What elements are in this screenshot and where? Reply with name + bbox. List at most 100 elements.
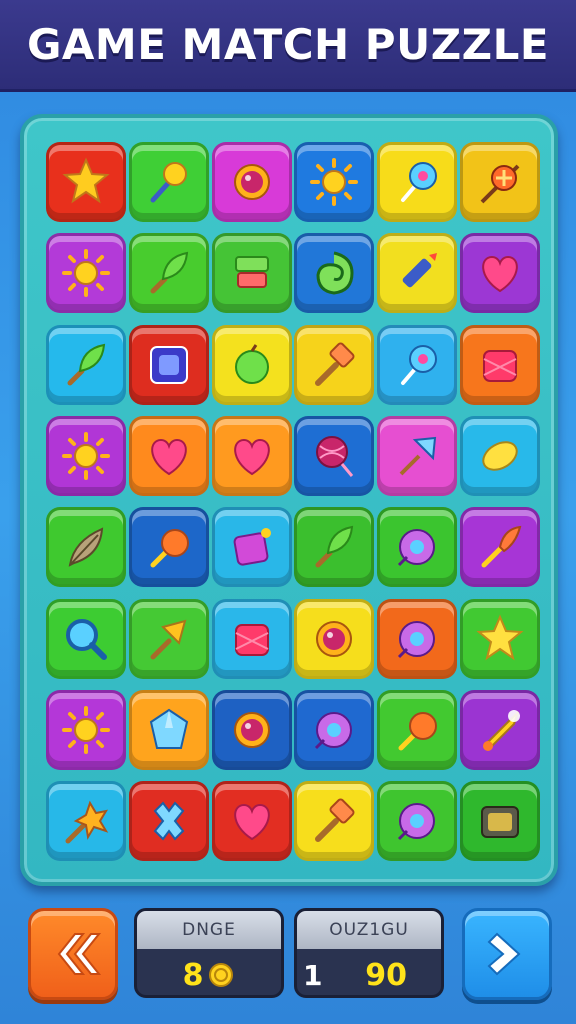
tile-r5-c6[interactable] [460, 507, 540, 588]
tile-r3-c1[interactable] [46, 324, 126, 405]
tile-r8-c5[interactable] [377, 781, 458, 862]
spear-icon [399, 436, 437, 476]
tile-r8-c6[interactable] [460, 781, 540, 862]
rocket-icon [483, 709, 520, 751]
tile-r8-c3[interactable] [211, 781, 292, 862]
swirl-icon [316, 251, 354, 295]
yarn-ball-icon [316, 435, 354, 477]
sun-icon [310, 158, 359, 206]
score-panel-right-left-value: 1 [303, 958, 323, 992]
tile-r1-c1[interactable] [46, 142, 126, 222]
tile-r4-c5[interactable] [377, 415, 458, 496]
star-icon [476, 613, 524, 660]
crystal-icon [149, 708, 188, 749]
tile-r2-c5[interactable] [377, 233, 458, 314]
tile-r6-c6[interactable] [460, 598, 540, 679]
tile-r1-c2[interactable] [128, 142, 209, 222]
tile-r4-c6[interactable] [460, 415, 540, 496]
tile-r6-c5[interactable] [377, 598, 458, 679]
tile-r7-c2[interactable] [128, 689, 209, 770]
tile-r2-c1[interactable] [46, 233, 126, 314]
tile-r7-c6[interactable] [460, 689, 540, 770]
apple-icon [234, 343, 269, 384]
game-board [20, 114, 558, 886]
leaf-wand-icon [150, 252, 188, 294]
orb-wand-icon [150, 529, 189, 568]
box-icon [234, 623, 269, 656]
magnifier-icon [66, 618, 107, 660]
tile-r5-c3[interactable] [211, 507, 292, 588]
tile-r3-c3[interactable] [211, 324, 292, 405]
game-title: GAME MATCH PUZZLE [26, 20, 550, 69]
star-badge-icon [62, 157, 110, 204]
next-button[interactable] [462, 908, 552, 1000]
tile-r1-c6[interactable] [460, 142, 540, 222]
tile-r5-c4[interactable] [294, 507, 375, 588]
score-panel-right-label: OUZ1GU [297, 911, 441, 949]
tile-r3-c4[interactable] [294, 324, 375, 405]
tile-r4-c4[interactable] [294, 415, 375, 496]
tile-r1-c5[interactable] [377, 142, 458, 222]
double-chevron-left-icon [57, 933, 101, 975]
torch-icon [481, 526, 522, 568]
tile-r8-c2[interactable] [128, 781, 209, 862]
leaf-wand-icon [315, 525, 354, 568]
tile-r8-c1[interactable] [46, 781, 126, 862]
tile-r8-c4[interactable] [294, 781, 375, 862]
gem-box-icon [149, 345, 188, 384]
stack-block-icon [234, 256, 269, 289]
tile-r2-c4[interactable] [294, 233, 375, 314]
candy-wand-icon [480, 164, 520, 204]
ring-gem-icon [233, 164, 270, 200]
tile-r3-c5[interactable] [377, 324, 458, 405]
sun-icon [62, 705, 110, 754]
donut-icon [398, 620, 436, 658]
sun-icon [62, 431, 110, 480]
tile-r6-c3[interactable] [211, 598, 292, 679]
chest-icon [481, 806, 519, 839]
tile-r7-c5[interactable] [377, 689, 458, 770]
tile-r2-c3[interactable] [211, 233, 292, 314]
tile-r1-c3[interactable] [211, 142, 292, 222]
tile-r3-c6[interactable] [460, 324, 540, 405]
tile-r2-c2[interactable] [128, 233, 209, 314]
chevron-right-icon [487, 932, 521, 976]
tile-r1-c4[interactable] [294, 142, 375, 222]
tile-r2-c6[interactable] [460, 233, 540, 314]
heart-icon [233, 804, 270, 841]
lemon-icon [482, 441, 518, 471]
feather-icon [68, 527, 104, 567]
tile-r7-c4[interactable] [294, 689, 375, 770]
box-icon [483, 349, 517, 382]
tile-r7-c1[interactable] [46, 689, 126, 770]
title-bar: GAME MATCH PUZZLE [0, 0, 576, 92]
tile-r6-c4[interactable] [294, 598, 375, 679]
donut-icon [398, 529, 436, 567]
tile-r6-c2[interactable] [128, 598, 209, 679]
orb-wand-icon [398, 711, 438, 751]
ring-gem-icon [316, 620, 353, 657]
score-panel-left-value: 8 [182, 957, 204, 993]
heart-icon [482, 256, 518, 293]
tile-r3-c2[interactable] [128, 324, 209, 405]
leaf-wand-icon [67, 343, 106, 386]
hammer-icon [315, 342, 355, 386]
sun-icon [62, 249, 110, 298]
donut-icon [315, 711, 353, 749]
tile-r6-c1[interactable] [46, 598, 126, 679]
magic-wand-icon [150, 162, 187, 203]
tile-r4-c1[interactable] [46, 415, 126, 496]
tile-r5-c2[interactable] [128, 507, 209, 588]
back-button[interactable] [28, 908, 118, 1000]
tile-r7-c3[interactable] [211, 689, 292, 770]
score-panel-left: DNGE 8 [134, 908, 284, 998]
donut-icon [398, 803, 436, 841]
tile-r5-c5[interactable] [377, 507, 458, 588]
score-panel-left-label: DNGE [137, 911, 281, 949]
crayon-icon [402, 253, 438, 288]
heart-icon [233, 438, 270, 476]
tile-r5-c1[interactable] [46, 507, 126, 588]
tile-r4-c3[interactable] [211, 415, 292, 496]
tile-r4-c2[interactable] [128, 415, 209, 496]
score-panel-right-value: 90 [365, 957, 407, 993]
